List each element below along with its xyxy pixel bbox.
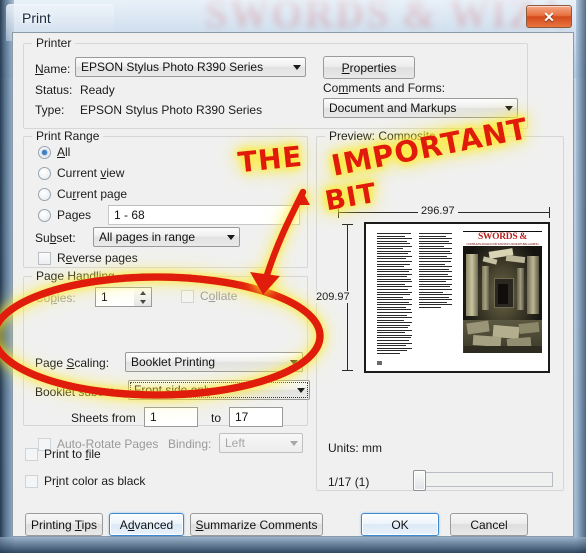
ok-button[interactable]: OK [361, 513, 439, 536]
close-button[interactable]: ✕ [526, 5, 572, 28]
printing-tips-label: Printing Tips [30, 517, 98, 532]
printer-status-label: Status: [35, 83, 73, 97]
index-column-1 [377, 233, 412, 355]
summarize-comments-label: Summarize Comments [195, 517, 318, 532]
reverse-pages-checkbox[interactable] [38, 252, 51, 265]
chevron-down-icon [285, 434, 302, 452]
pages-range-input[interactable]: 1 - 68 [108, 205, 300, 225]
properties-button-label: Properties [341, 60, 397, 75]
stepper-up-icon[interactable] [134, 288, 151, 297]
print-color-as-black-label: Print color as black [44, 474, 146, 488]
chevron-down-icon [285, 353, 302, 371]
subset-combo[interactable]: All pages in range [93, 227, 240, 247]
collate-checkbox[interactable] [181, 290, 194, 303]
radio-all[interactable] [38, 146, 51, 159]
booklet-subset-combo[interactable]: Front side only [128, 380, 310, 400]
cover-illustration [463, 246, 542, 353]
comments-and-forms-label: Comments and Forms: [323, 81, 446, 95]
width-dim-tick-right [549, 207, 550, 218]
sheets-from-input[interactable]: 1 [144, 407, 198, 427]
radio-current-view-label: Current view [57, 166, 125, 180]
book-cover-art: SWORDS & WIZARDRY COMPLETE RULES FOR FAN… [463, 231, 542, 353]
copies-stepper[interactable] [134, 287, 152, 307]
ok-label: OK [391, 517, 409, 532]
window-title: Print [22, 10, 51, 26]
binding-label: Binding: [168, 437, 212, 451]
window-border-right [576, 0, 586, 553]
booklet-subset-label: Booklet subset: [35, 385, 118, 399]
sheets-to-input[interactable]: 17 [229, 407, 283, 427]
comments-and-forms-combo[interactable]: Document and Markups [323, 98, 518, 118]
slider-thumb[interactable] [413, 470, 426, 491]
properties-button[interactable]: Properties [323, 56, 415, 79]
printer-name-value: EPSON Stylus Photo R390 Series [81, 60, 264, 74]
print-to-file-label: Print to file [44, 447, 101, 461]
advanced-button[interactable]: Advanced [109, 513, 184, 536]
chevron-down-icon [222, 228, 239, 246]
printer-name-label: Name: [35, 62, 71, 76]
copies-input[interactable]: 1 [95, 287, 134, 307]
sheets-to-label: to [211, 411, 222, 425]
height-dimension-value: 209.97 [313, 291, 353, 303]
subset-value: All pages in range [99, 230, 196, 244]
print-range-group-legend: Print Range [32, 129, 104, 143]
reverse-pages-label: Reverse pages [57, 251, 138, 265]
collate-label: Collate [200, 289, 238, 303]
radio-current-page[interactable] [38, 188, 51, 201]
page-handling-group-legend: Page Handling [32, 269, 119, 283]
radio-pages[interactable] [38, 209, 51, 222]
printer-type-value: EPSON Stylus Photo R390 Series [80, 103, 263, 117]
printer-group-legend: Printer [32, 36, 76, 50]
print-dialog-screenshot: SWORDS & WIZA COMPLETE RULES FOR FANTASY… [0, 0, 586, 553]
binding-value: Left [225, 436, 246, 450]
chevron-down-icon [288, 58, 305, 76]
units-label: Units: mm [328, 441, 382, 455]
width-dimension-value: 296.97 [418, 205, 458, 217]
preview-group-legend: Preview: Composite [325, 129, 440, 143]
printing-tips-button[interactable]: Printing Tips [25, 513, 103, 536]
copies-label: Copies: [35, 291, 76, 305]
page-scaling-label: Page Scaling: [35, 356, 110, 370]
sheets-from-label: Sheets from [71, 411, 136, 425]
print-to-file-checkbox[interactable] [25, 448, 38, 461]
height-dim-tick-bottom [342, 370, 353, 371]
index-column-2 [419, 233, 452, 309]
print-color-as-black-checkbox[interactable] [25, 475, 38, 488]
chevron-down-icon [292, 381, 309, 399]
printer-name-combo[interactable]: EPSON Stylus Photo R390 Series [75, 57, 306, 77]
window-border-bottom [0, 537, 586, 553]
cancel-label: Cancel [470, 517, 508, 532]
page-scaling-value: Booklet Printing [131, 355, 216, 369]
preview-page-slider[interactable] [413, 470, 553, 491]
binding-combo[interactable]: Left [219, 433, 303, 453]
cancel-button[interactable]: Cancel [450, 513, 528, 536]
comments-and-forms-value: Document and Markups [329, 101, 457, 115]
page-preview-thumbnail: SWORDS & WIZARDRY COMPLETE RULES FOR FAN… [364, 222, 550, 373]
page-counter-label: 1/17 (1) [328, 475, 370, 489]
close-icon: ✕ [543, 8, 555, 25]
radio-pages-label: Pages [57, 208, 92, 222]
subset-label: Subset: [35, 231, 76, 245]
radio-current-page-label: Current page [57, 187, 128, 201]
radio-all-label: All [57, 145, 71, 159]
stepper-down-icon[interactable] [134, 297, 151, 306]
advanced-label: Advanced [119, 517, 174, 532]
page-scaling-combo[interactable]: Booklet Printing [125, 352, 303, 372]
summarize-comments-button[interactable]: Summarize Comments [190, 513, 323, 536]
page-footer-mark [377, 361, 382, 365]
printer-status-value: Ready [80, 83, 115, 97]
chevron-down-icon [500, 99, 517, 117]
printer-type-label: Type: [35, 103, 65, 117]
booklet-subset-value: Front side only [134, 383, 213, 397]
dialog-client-area: Printer Name: EPSON Stylus Photo R390 Se… [12, 32, 574, 537]
radio-current-view[interactable] [38, 167, 51, 180]
